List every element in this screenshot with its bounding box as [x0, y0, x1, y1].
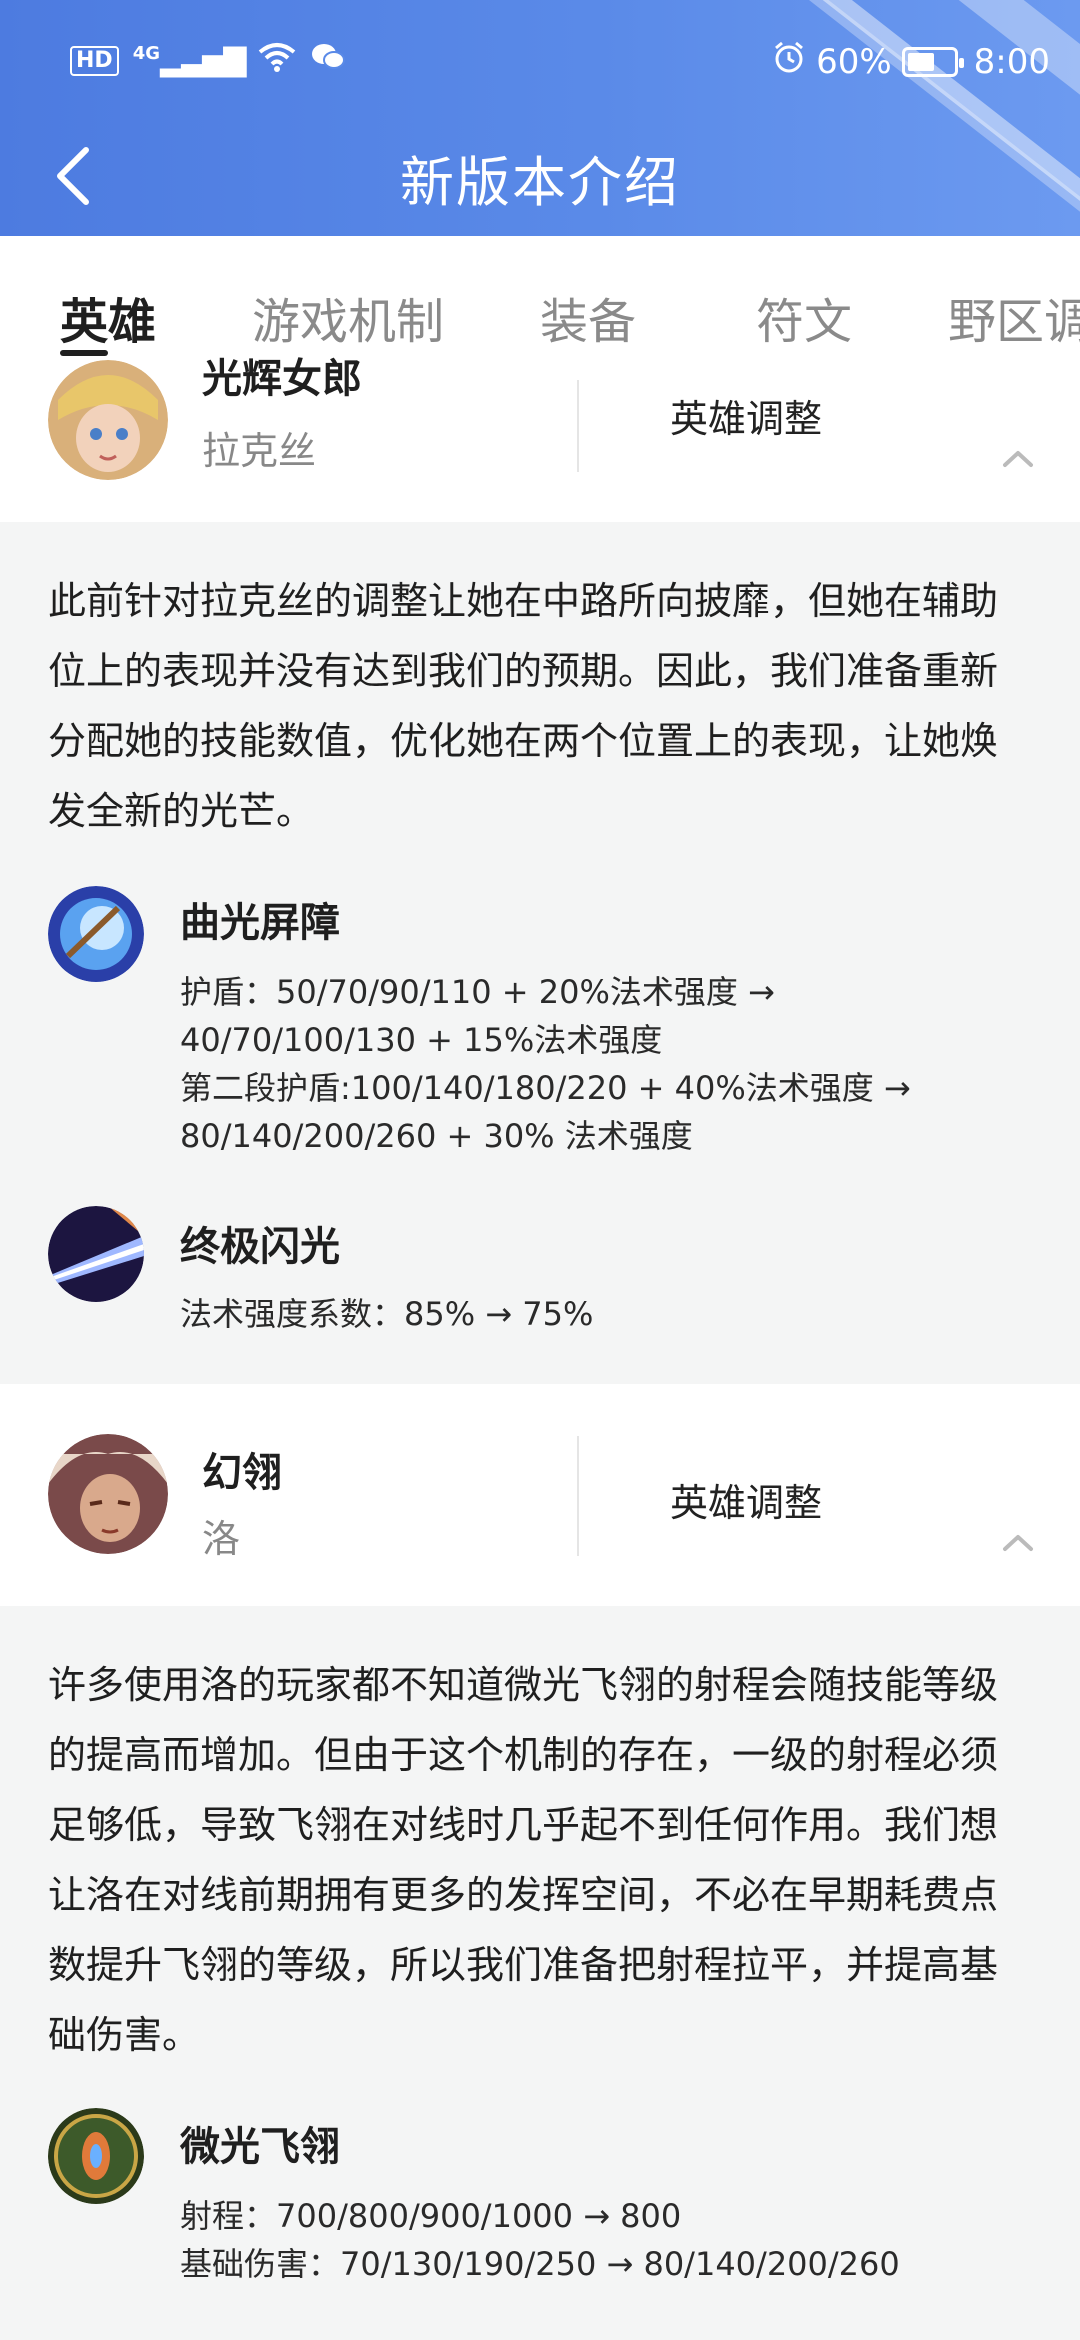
- hero-name: 洛: [202, 1517, 241, 1561]
- tab-heroes[interactable]: 英雄: [60, 282, 156, 352]
- wechat-icon: [310, 42, 346, 79]
- skill-detail: 基础伤害：70/130/190/250 → 80/140/200/260: [180, 2245, 900, 2283]
- skill-icon-prismatic-barrier: [48, 886, 144, 982]
- hero-adjust-label: 英雄调整: [670, 1481, 823, 1525]
- skill-name: 微光飞翎: [180, 2124, 340, 2170]
- tab-jungle[interactable]: 野区调: [948, 282, 1080, 352]
- active-tab-indicator: [60, 350, 108, 356]
- skill-detail: 40/70/100/130 + 15%法术强度: [180, 1021, 663, 1059]
- nav-bar: 新版本介绍: [0, 120, 1080, 236]
- skill-icon-final-spark: [48, 1206, 144, 1302]
- tab-game-mechanics[interactable]: 游戏机制: [252, 282, 444, 352]
- wifi-icon: [258, 42, 296, 79]
- skill-detail: 第二段护盾:100/140/180/220 + 40%法术强度 →: [180, 1069, 911, 1107]
- divider: [577, 380, 579, 472]
- chevron-up-icon[interactable]: [1002, 448, 1034, 468]
- hero-card-header[interactable]: 光辉女郎 拉克丝 英雄调整: [0, 356, 1080, 522]
- hero-avatar: [48, 1434, 168, 1554]
- skill-detail: 法术强度系数：85% → 75%: [180, 1295, 594, 1333]
- skill-name: 曲光屏障: [180, 900, 340, 946]
- hd-indicator: HD: [70, 45, 119, 76]
- battery-icon: [901, 46, 964, 77]
- tab-runes[interactable]: 符文: [756, 282, 852, 352]
- skill-icon-gleaming-quill: [48, 2108, 144, 2204]
- tab-items[interactable]: 装备: [540, 282, 636, 352]
- hero-avatar: [48, 360, 168, 480]
- hero-description: 许多使用洛的玩家都不知道微光飞翎的射程会随技能等级的提高而增加。但由于这个机制的…: [48, 1663, 999, 2057]
- clock: 8:00: [973, 41, 1050, 82]
- hero-adjust-label: 英雄调整: [670, 397, 823, 441]
- battery-percent: 60%: [816, 41, 892, 82]
- skill-detail: 射程：700/800/900/1000 → 800: [180, 2197, 682, 2235]
- hero-title: 幻翎: [202, 1450, 282, 1496]
- hero-card-header[interactable]: 幻翎 洛 英雄调整: [0, 1384, 1080, 1606]
- app-header: HD 4G▂▃▅▇ 60% 8:00 新版本介绍: [0, 0, 1080, 236]
- divider: [577, 1436, 579, 1556]
- status-bar: HD 4G▂▃▅▇ 60% 8:00: [0, 0, 1080, 120]
- tab-bar: 英雄 游戏机制 装备 符文 野区调: [0, 236, 1080, 380]
- skill-detail: 80/140/200/260 + 30% 法术强度: [180, 1117, 693, 1155]
- hero-description: 此前针对拉克丝的调整让她在中路所向披靡，但她在辅助位上的表现并没有达到我们的预期…: [48, 579, 999, 833]
- network-indicator: 4G▂▃▅▇: [132, 43, 247, 78]
- hero-name: 拉克丝: [202, 429, 317, 473]
- skill-name: 终极闪光: [180, 1224, 340, 1270]
- page-title: 新版本介绍: [400, 151, 680, 214]
- skill-detail: 护盾：50/70/90/110 + 20%法术强度 →: [180, 973, 775, 1011]
- hero-title: 光辉女郎: [202, 356, 362, 402]
- chevron-up-icon[interactable]: [1002, 1532, 1034, 1552]
- alarm-icon: [772, 40, 806, 83]
